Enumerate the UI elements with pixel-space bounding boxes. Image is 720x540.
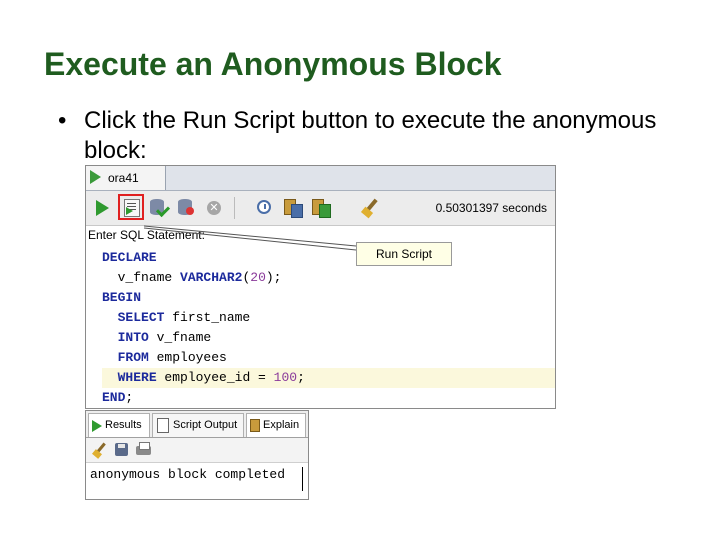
- print-output-button[interactable]: [136, 442, 152, 458]
- code-line: INTO v_fname: [102, 328, 555, 348]
- code-identifier: employees: [148, 350, 227, 365]
- code-identifier: v_fname: [148, 330, 212, 345]
- results-icon: [92, 420, 102, 432]
- sql-worksheet: ora41 ✕ 0.50301397 seconds Enter SQL Sta…: [85, 165, 556, 409]
- tab-script-output[interactable]: Script Output: [152, 413, 244, 437]
- code-line: END;: [102, 388, 555, 408]
- toolbar-separator: [234, 197, 235, 219]
- autotrace-button[interactable]: [310, 197, 332, 219]
- clear-button[interactable]: [360, 197, 383, 219]
- tab-connection[interactable]: ora41: [86, 166, 166, 190]
- bullet-point: • Click the Run Script button to execute…: [58, 106, 658, 166]
- run-script-button[interactable]: [118, 194, 144, 220]
- code-symbol: );: [265, 270, 282, 285]
- print-icon-paper: [139, 442, 150, 450]
- output-tab-bar: Results Script Output Explain: [86, 411, 308, 438]
- bullet-symbol: •: [58, 107, 67, 134]
- code-keyword: END: [102, 390, 126, 405]
- worksheet-tab-bar: ora41: [86, 166, 555, 191]
- code-line: DECLARE: [102, 248, 555, 268]
- code-line: SELECT first_name: [102, 308, 555, 328]
- save-icon: [115, 443, 128, 456]
- code-symbol: ;: [297, 370, 305, 385]
- tab-results-label: Results: [105, 419, 142, 431]
- tab-explain-label: Explain: [263, 419, 300, 431]
- worksheet-toolbar: ✕ 0.50301397 seconds: [86, 191, 555, 226]
- code-keyword: BEGIN: [102, 290, 142, 305]
- tab-script-output-label: Script Output: [173, 419, 238, 431]
- run-script-play-icon: [126, 207, 133, 215]
- clear-output-button[interactable]: [92, 442, 108, 459]
- sql-history-button[interactable]: [254, 197, 276, 219]
- code-keyword: FROM: [117, 350, 149, 365]
- sql-statement-label: Enter SQL Statement:: [88, 228, 205, 242]
- code-line: BEGIN: [102, 288, 555, 308]
- rollback-button[interactable]: [176, 197, 198, 219]
- save-output-button[interactable]: [114, 442, 130, 458]
- code-type: VARCHAR2: [180, 270, 243, 285]
- run-statement-button[interactable]: [92, 197, 114, 219]
- explain-plan-button[interactable]: [282, 197, 304, 219]
- tab-connection-label: ora41: [108, 171, 139, 185]
- autotrace-icon-overlay: [319, 204, 331, 218]
- code-line: v_fname VARCHAR2(20);: [102, 268, 555, 288]
- undo-icon: [186, 207, 194, 215]
- cancel-icon: ✕: [207, 201, 221, 215]
- code-keyword: SELECT: [117, 310, 165, 325]
- code-identifier: v_fname: [117, 270, 181, 285]
- worksheet-icon: [90, 170, 101, 184]
- code-keyword: DECLARE: [102, 250, 157, 265]
- code-line: FROM employees: [102, 348, 555, 368]
- explain-plan-icon-overlay: [291, 204, 303, 218]
- run-script-tooltip: Run Script: [356, 242, 452, 266]
- code-number: 20: [250, 270, 266, 285]
- sql-history-icon: [257, 200, 271, 214]
- commit-button[interactable]: [148, 197, 171, 219]
- explain-icon: [250, 419, 260, 432]
- code-number: 100: [273, 370, 298, 385]
- code-keyword: WHERE: [117, 370, 157, 385]
- text-caret: [302, 467, 303, 491]
- output-panel: Results Script Output Explain anonymous …: [85, 410, 309, 500]
- slide-title: Execute an Anonymous Block: [44, 46, 502, 82]
- cancel-button[interactable]: ✕: [204, 197, 226, 219]
- run-statement-icon: [96, 200, 109, 216]
- sql-editor[interactable]: DECLARE v_fname VARCHAR2(20); BEGIN SELE…: [86, 245, 555, 408]
- output-toolbar: [86, 438, 308, 463]
- code-identifier: first_name: [164, 310, 251, 325]
- script-output-icon: [157, 418, 169, 433]
- tab-explain[interactable]: Explain: [246, 413, 306, 437]
- code-identifier: employee_id =: [156, 370, 274, 385]
- execution-time: 0.50301397 seconds: [435, 201, 547, 215]
- code-keyword: INTO: [117, 330, 149, 345]
- script-output-text[interactable]: anonymous block completed: [90, 467, 285, 482]
- code-symbol: ;: [125, 390, 134, 405]
- tab-results[interactable]: Results: [88, 413, 150, 437]
- bullet-text: Click the Run Script button to execute t…: [84, 107, 657, 164]
- code-line-current: WHERE employee_id = 100;: [102, 368, 555, 388]
